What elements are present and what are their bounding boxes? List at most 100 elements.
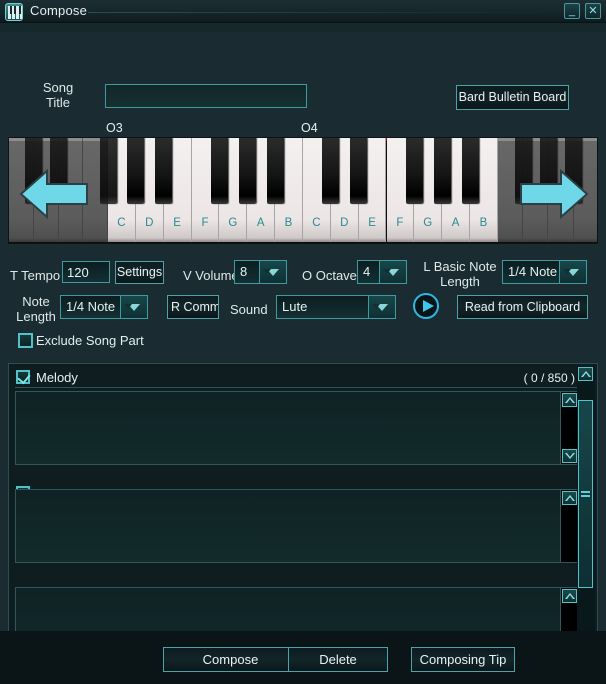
note-length-value: 1/4 Note [60, 295, 120, 319]
delete-button[interactable]: Delete [288, 647, 388, 672]
settings-button[interactable]: Settings [115, 261, 164, 284]
piano-black-key-inactive[interactable] [99, 138, 117, 204]
piano-icon [5, 3, 23, 21]
grip-icon [581, 489, 590, 499]
part-scroll-up-button[interactable] [562, 491, 577, 505]
basic-note-length-chevron-down-icon[interactable] [559, 260, 587, 284]
piano-key-label: D [340, 217, 349, 229]
octave-left-arrow-icon[interactable] [19, 168, 89, 225]
caret-up-icon [564, 593, 575, 599]
part-scroll-down-button[interactable] [562, 449, 577, 463]
piano-key-label: E [173, 217, 181, 229]
parts-scrollbar[interactable] [577, 366, 595, 658]
exclude-song-part-row[interactable]: Exclude Song Part [18, 332, 144, 349]
caret-up-icon [564, 397, 575, 403]
caret-down-icon [564, 453, 575, 459]
piano-black-key[interactable] [238, 138, 256, 204]
main-panel: Song Title Bard Bulletin Board O3 O4 C D E… [0, 23, 606, 684]
volume-dropdown[interactable]: 8 [234, 260, 287, 284]
part-text-area[interactable] [15, 391, 579, 465]
piano-key-label: B [284, 217, 293, 229]
part-count: ( 0 / 850 ) [523, 371, 575, 385]
piano-key-label: A [451, 217, 460, 229]
minimize-button[interactable]: _ [564, 3, 580, 19]
sound-dropdown[interactable]: Lute [276, 295, 396, 319]
parts-scroll-track[interactable] [577, 382, 595, 642]
octave-dropdown[interactable]: 4 [357, 260, 407, 284]
tempo-label: T Tempo [10, 268, 61, 283]
piano-key-label: F [201, 217, 209, 229]
piano-black-key[interactable] [322, 138, 340, 204]
piano-key-label: E [368, 217, 376, 229]
note-length-label-line2: Length [16, 309, 56, 324]
basic-note-length-value: 1/4 Note [502, 260, 559, 284]
piano-key-label: G [228, 217, 238, 229]
piano-keyboard[interactable]: CDEFGABCDEFGAB [8, 137, 598, 244]
part-text-input[interactable] [16, 490, 560, 562]
volume-chevron-down-icon[interactable] [259, 260, 287, 284]
octave-right-arrow-icon[interactable] [519, 168, 589, 225]
sound-value: Lute [276, 295, 368, 319]
piano-key-label: B [479, 217, 488, 229]
song-title-label-line1: Song [42, 80, 74, 95]
note-length-chevron-down-icon[interactable] [120, 295, 148, 319]
parts-scroll-up-button[interactable] [578, 367, 593, 381]
song-title-input[interactable] [105, 84, 307, 108]
basic-note-length-label-line2: Length [440, 274, 480, 289]
song-parts-panel: Melody( 0 / 850 )Harmony 1( 0 / 400 )Har… [8, 363, 598, 661]
piano-black-key[interactable] [266, 138, 284, 204]
title-bar: Compose _ ✕ [0, 0, 606, 23]
sound-label: Sound [230, 302, 268, 317]
volume-label: V Volume [183, 268, 239, 283]
part-checkbox[interactable] [16, 370, 30, 384]
piano-black-key[interactable] [461, 138, 479, 204]
play-icon[interactable] [413, 293, 439, 319]
part-text-area[interactable] [15, 489, 579, 563]
octave-marker-o3: O3 [106, 121, 123, 135]
caret-up-icon [564, 495, 575, 501]
read-from-clipboard-button[interactable]: Read from Clipboard [457, 295, 588, 319]
close-icon[interactable]: ✕ [585, 3, 601, 19]
part-scroll-up-button[interactable] [562, 393, 577, 407]
octave-value: 4 [357, 260, 379, 284]
part-name: Melody [36, 370, 78, 385]
part-header: Melody ( 0 / 850 ) [15, 370, 579, 388]
exclude-song-part-label: Exclude Song Part [36, 333, 144, 349]
piano-black-key[interactable] [155, 138, 173, 204]
parts-scroll-thumb[interactable] [578, 400, 593, 588]
volume-value: 8 [234, 260, 259, 284]
piano-black-key[interactable] [350, 138, 368, 204]
octave-label: O Octave [302, 268, 357, 283]
r-comma-button[interactable]: R Comma [167, 295, 219, 319]
piano-black-key[interactable] [433, 138, 451, 204]
part-divider [15, 387, 579, 388]
octave-chevron-down-icon[interactable] [379, 260, 407, 284]
note-length-dropdown[interactable]: 1/4 Note [60, 295, 148, 319]
part-scrollbar[interactable] [560, 392, 578, 464]
bard-bulletin-board-button[interactable]: Bard Bulletin Board [456, 85, 569, 110]
part-scrollbar[interactable] [560, 490, 578, 562]
part-scroll-up-button[interactable] [562, 589, 577, 603]
note-length-label-line1: Note [22, 294, 50, 309]
piano-key-label: D [145, 217, 154, 229]
composing-tip-button[interactable]: Composing Tip [411, 647, 515, 672]
compose-button[interactable]: Compose [163, 647, 298, 672]
exclude-song-part-checkbox[interactable] [18, 333, 33, 349]
sound-chevron-down-icon[interactable] [368, 295, 396, 319]
song-title-label-line2: Title [45, 95, 71, 110]
piano-black-key[interactable] [210, 138, 228, 204]
title-divider [88, 12, 558, 13]
piano-black-key[interactable] [405, 138, 423, 204]
piano-key-label: C [117, 217, 126, 229]
window-title: Compose [30, 3, 88, 18]
piano-key-label: F [396, 217, 404, 229]
note-length-label: Note Length [12, 294, 60, 324]
panel-inner: Song Title Bard Bulletin Board O3 O4 C D E… [0, 32, 606, 684]
song-title-label: Song Title [26, 80, 90, 110]
piano-black-key[interactable] [127, 138, 145, 204]
tempo-input[interactable] [62, 261, 110, 283]
part-text-input[interactable] [16, 392, 560, 464]
basic-note-length-dropdown[interactable]: 1/4 Note [502, 260, 587, 284]
octave-marker-o4: O4 [301, 121, 318, 135]
piano-key-label: C [312, 217, 321, 229]
